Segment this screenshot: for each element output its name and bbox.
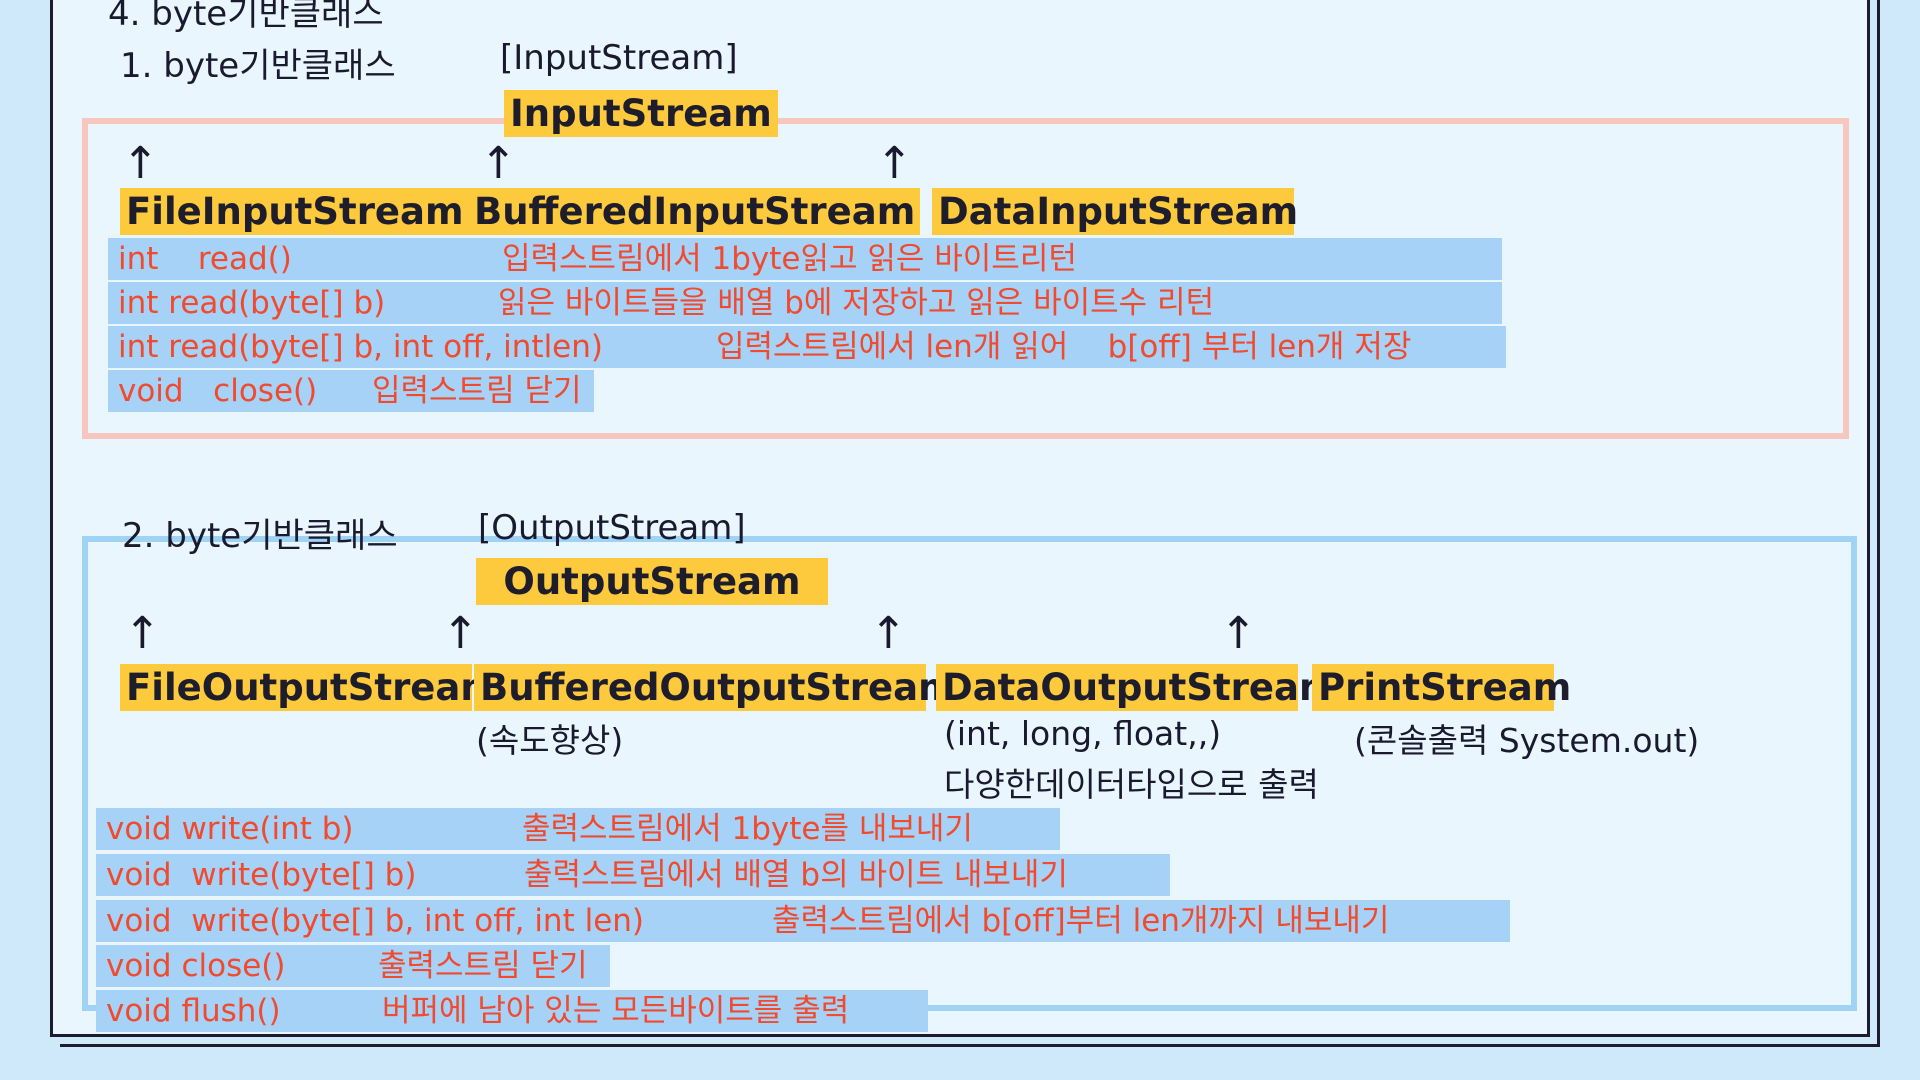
output-heading: 2. byte기반클래스 — [122, 516, 398, 556]
section-title: 4. byte기반클래스 — [108, 0, 384, 34]
method-row: int read(byte[] b, int off, intlen) 입력스트림… — [108, 326, 1506, 368]
method-description: 입력스트림에서 1byte읽고 읽은 바이트리턴 — [502, 241, 1077, 277]
class-file-output-stream: FileOutputStream — [120, 664, 499, 711]
input-arrow-3: ↑ — [876, 138, 913, 189]
input-arrow-2: ↑ — [480, 138, 517, 189]
method-signature: void write(int b) — [106, 811, 354, 847]
method-description: 버퍼에 남아 있는 모든바이트를 출력 — [382, 993, 850, 1029]
method-description: 출력스트림에서 b[off]부터 len개까지 내보내기 — [772, 903, 1390, 939]
method-signature: int read(byte[] b, int off, intlen) — [118, 329, 603, 365]
print-stream-note: (콘솔출력 System.out) — [1354, 721, 1700, 760]
method-signature: void close() — [106, 948, 286, 984]
data-output-note-2: 다양한데이터타입으로 출력 — [944, 765, 1319, 804]
class-data-input-stream: DataInputStream — [932, 188, 1298, 235]
method-description: 입력스트림에서 len개 읽어 b[off] 부터 len개 저장 — [716, 329, 1412, 365]
class-data-output-stream: DataOutputStream — [936, 664, 1338, 711]
output-arrow-3: ↑ — [870, 608, 907, 659]
method-description: 출력스트림에서 배열 b의 바이트 내보내기 — [524, 857, 1068, 893]
method-description: 출력스트림 닫기 — [378, 948, 588, 984]
method-signature: void close() — [118, 373, 318, 409]
method-row: void write(int b) 출력스트림에서 1byte를 내보내기 — [96, 808, 1060, 850]
method-description: 입력스트림 닫기 — [372, 373, 582, 409]
method-signature: void flush() — [106, 993, 281, 1029]
method-row: void close() 출력스트림 닫기 — [96, 945, 610, 987]
output-arrow-4: ↑ — [1220, 608, 1257, 659]
method-row: void write(byte[] b, int off, int len) 출력… — [96, 900, 1510, 942]
input-heading: 1. byte기반클래스 — [120, 46, 396, 86]
class-print-stream: PrintStream — [1312, 664, 1571, 711]
class-buffered-input-stream: BufferedInputStream — [468, 188, 920, 235]
method-signature: int read(byte[] b) — [118, 285, 386, 321]
method-signature: int read() — [118, 241, 292, 277]
class-buffered-output-stream: BufferedOutputStream — [474, 664, 957, 711]
output-heading-tag: [OutputStream] — [478, 508, 746, 548]
method-row: int read(byte[] b) 읽은 바이트들을 배열 b에 저장하고 읽은… — [108, 282, 1502, 324]
method-row: void close() 입력스트림 닫기 — [108, 370, 594, 412]
method-description: 출력스트림에서 1byte를 내보내기 — [522, 811, 973, 847]
input-arrow-1: ↑ — [122, 138, 159, 189]
output-arrow-1: ↑ — [124, 608, 161, 659]
buffered-note: (속도향상) — [476, 721, 624, 760]
output-arrow-2: ↑ — [442, 608, 479, 659]
method-signature: void write(byte[] b) — [106, 857, 417, 893]
method-description: 읽은 바이트들을 배열 b에 저장하고 읽은 바이트수 리턴 — [498, 285, 1215, 321]
method-signature: void write(byte[] b, int off, int len) — [106, 903, 645, 939]
data-output-note: (int, long, float,,) — [944, 714, 1222, 753]
method-row: void write(byte[] b) 출력스트림에서 배열 b의 바이트 내보… — [96, 854, 1170, 896]
input-heading-tag: [InputStream] — [500, 38, 738, 78]
method-row: int read() 입력스트림에서 1byte읽고 읽은 바이트리턴 — [108, 238, 1502, 280]
method-row: void flush() 버퍼에 남아 있는 모든바이트를 출력 — [96, 990, 928, 1032]
input-parent-class: InputStream — [504, 90, 778, 137]
output-parent-class: OutputStream — [476, 558, 828, 605]
